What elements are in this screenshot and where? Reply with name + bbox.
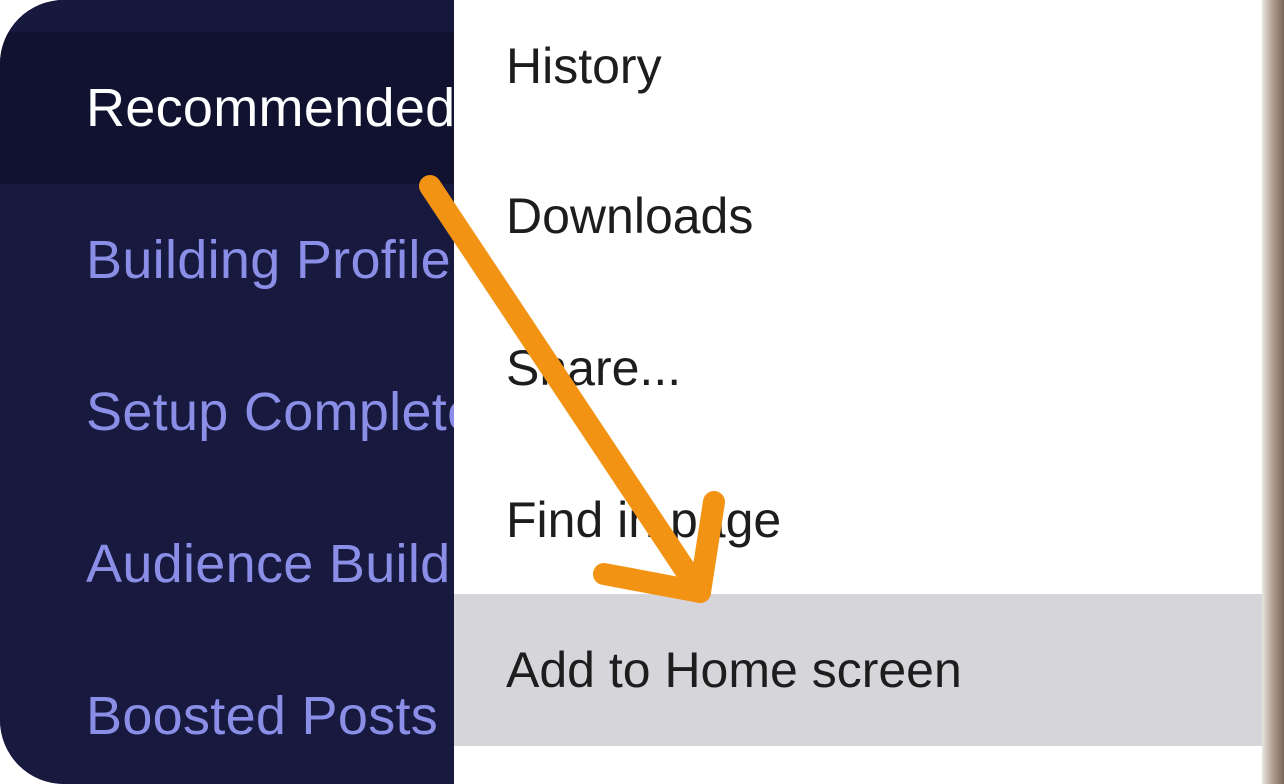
background-page-edge [1262,0,1284,784]
menu-item-find-in-page[interactable]: Find in page [454,446,1262,596]
menu-item-add-to-home-screen[interactable]: Add to Home screen [454,594,1262,746]
screenshot-frame: Recommended Building Profile Setup Compl… [0,0,1284,784]
menu-item-label: Add to Home screen [506,642,962,698]
sidebar-item-label: Audience Building [86,534,454,594]
menu-item-label: Share... [506,340,682,396]
sidebar-item-building-profile[interactable]: Building Profile [0,184,454,336]
sidebar-top-strip [0,0,454,32]
menu-item-label: Find in page [506,492,782,548]
menu-item-label: History [506,38,662,94]
sidebar-item-audience-building[interactable]: Audience Building [0,488,454,640]
menu-item-label: Downloads [506,188,754,244]
menu-item-downloads[interactable]: Downloads [454,146,1262,296]
sidebar-item-label: Setup Complete [86,382,454,442]
menu-item-history[interactable]: History [454,0,1262,150]
sidebar-item-setup-complete[interactable]: Setup Complete [0,336,454,488]
sidebar-item-label: Boosted Posts [86,686,439,746]
sidebar-item-label: Building Profile [86,230,452,290]
menu-item-share[interactable]: Share... [454,296,1262,446]
sidebar-item-label: Recommended [86,78,454,138]
sidebar-item-boosted-posts[interactable]: Boosted Posts [0,640,454,784]
overflow-menu: History Downloads Share... Find in page … [454,0,1262,784]
sidebar-item-recommended[interactable]: Recommended [0,32,454,184]
app-panel: Recommended Building Profile Setup Compl… [0,0,1262,784]
sidebar-nav: Recommended Building Profile Setup Compl… [0,0,454,784]
menu-bottom-padding [454,746,1262,784]
